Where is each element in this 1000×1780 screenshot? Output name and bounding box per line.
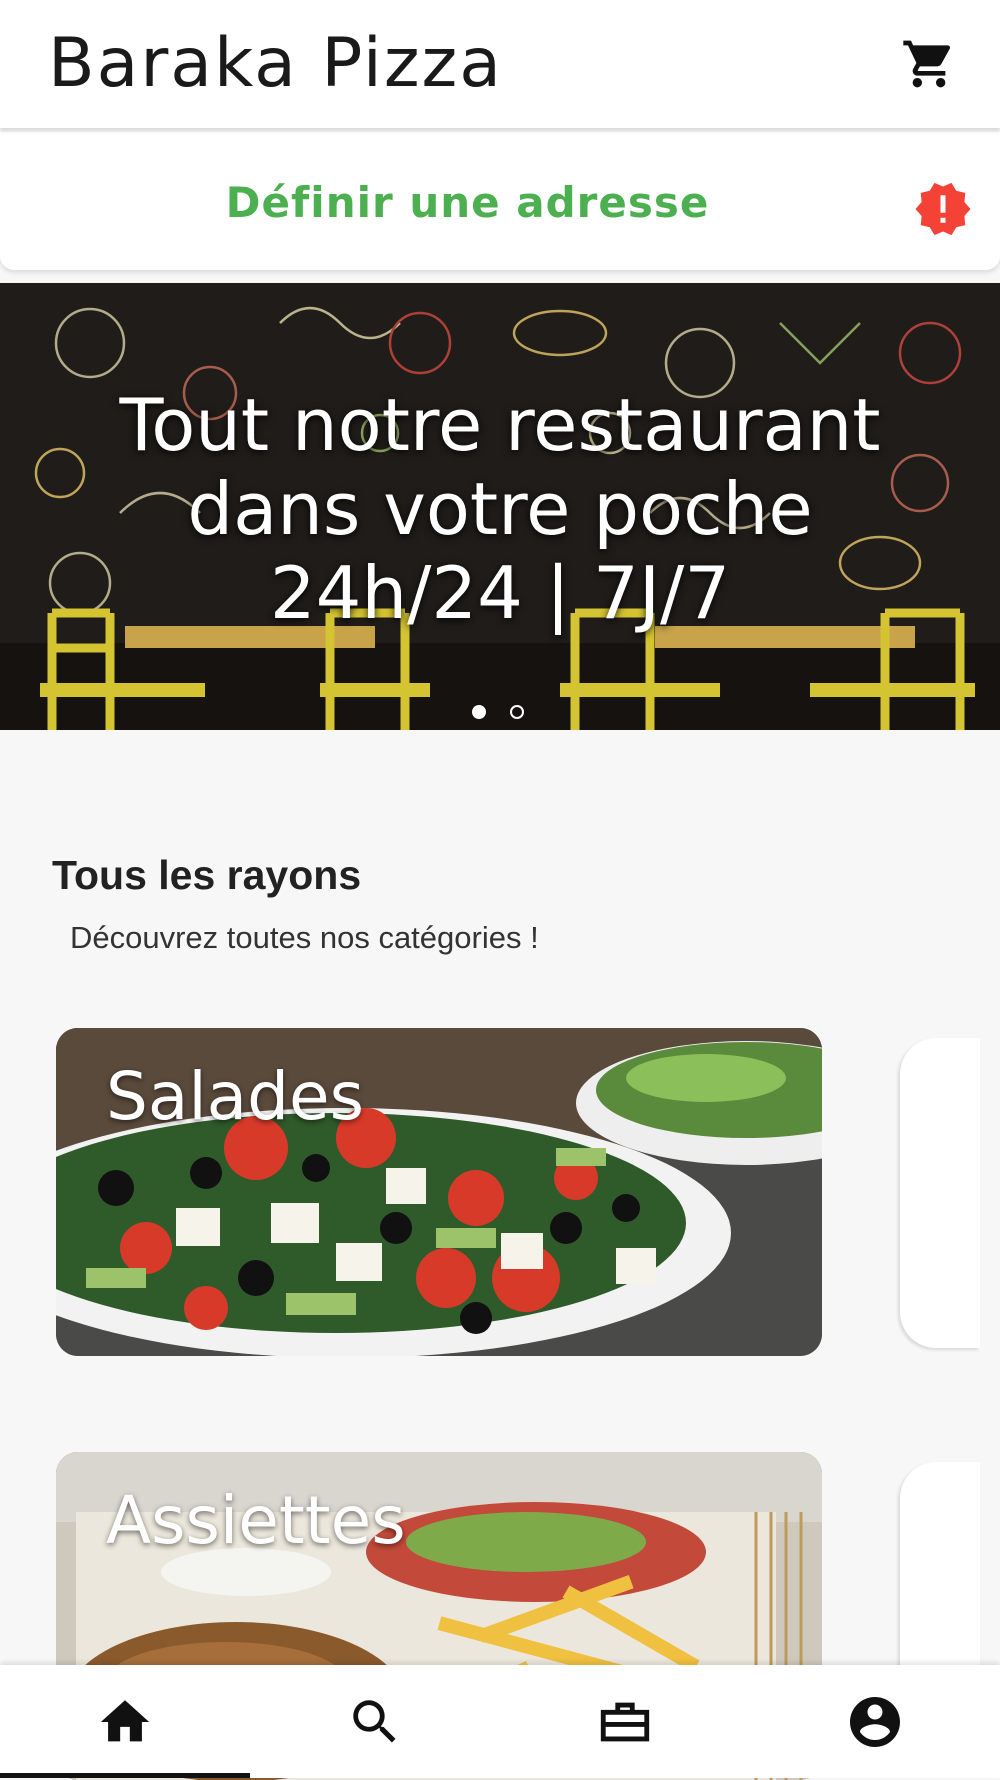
alert-badge-icon [913, 179, 973, 239]
search-icon [353, 1699, 396, 1743]
app-bar: Baraka Pizza [0, 0, 1000, 128]
section-subtitle: Découvrez toutes nos catégories ! [70, 920, 539, 955]
account-icon [850, 1696, 900, 1747]
set-address-link[interactable]: Définir une adresse [0, 178, 935, 227]
category-label: Salades [106, 1058, 365, 1135]
banner-line-3: 24h/24 | 7J/7 [269, 551, 731, 635]
promo-banner[interactable]: Tout notre restaurant dans votre poche 2… [0, 283, 1000, 730]
home-icon [100, 1699, 150, 1741]
nav-briefcase[interactable] [500, 1665, 750, 1778]
nav-search[interactable] [250, 1665, 500, 1778]
carousel-dot[interactable] [510, 705, 524, 719]
nav-home[interactable] [0, 1665, 250, 1778]
briefcase-icon [600, 1702, 650, 1741]
category-card-salades[interactable]: Salades [56, 1028, 822, 1356]
carousel-dot-active[interactable] [472, 705, 486, 719]
app-title: Baraka Pizza [48, 24, 503, 103]
banner-line-2: dans votre poche [187, 467, 813, 551]
cart-icon[interactable] [898, 36, 960, 92]
nav-active-indicator [0, 1773, 250, 1778]
banner-line-1: Tout notre restaurant [119, 383, 881, 467]
banner-headline: Tout notre restaurant dans votre poche 2… [0, 383, 1000, 635]
category-label: Assiettes [106, 1482, 406, 1559]
address-bar[interactable]: Définir une adresse [0, 132, 1000, 270]
category-card-peek[interactable] [900, 1038, 980, 1348]
section-title: Tous les rayons [52, 852, 362, 898]
bottom-navigation [0, 1665, 1000, 1778]
nav-account[interactable] [750, 1665, 1000, 1778]
